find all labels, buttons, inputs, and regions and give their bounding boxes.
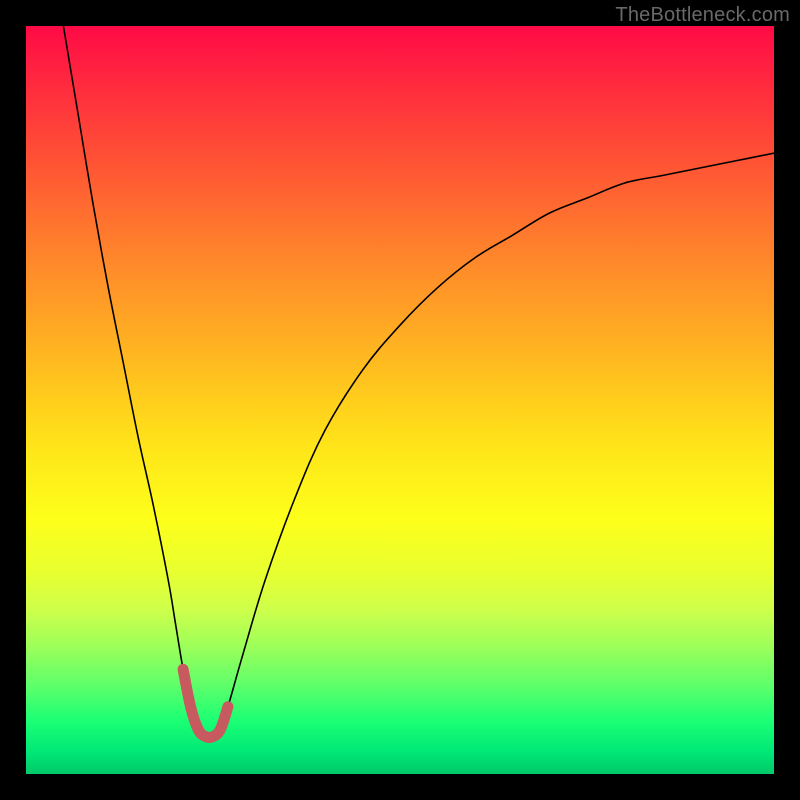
series-bottleneck-curve xyxy=(63,26,774,738)
series-highlight-valley xyxy=(183,669,228,737)
watermark-label: TheBottleneck.com xyxy=(615,4,790,27)
chart-svg xyxy=(26,26,774,774)
chart-frame: TheBottleneck.com xyxy=(0,0,800,800)
plot-area xyxy=(26,26,774,774)
